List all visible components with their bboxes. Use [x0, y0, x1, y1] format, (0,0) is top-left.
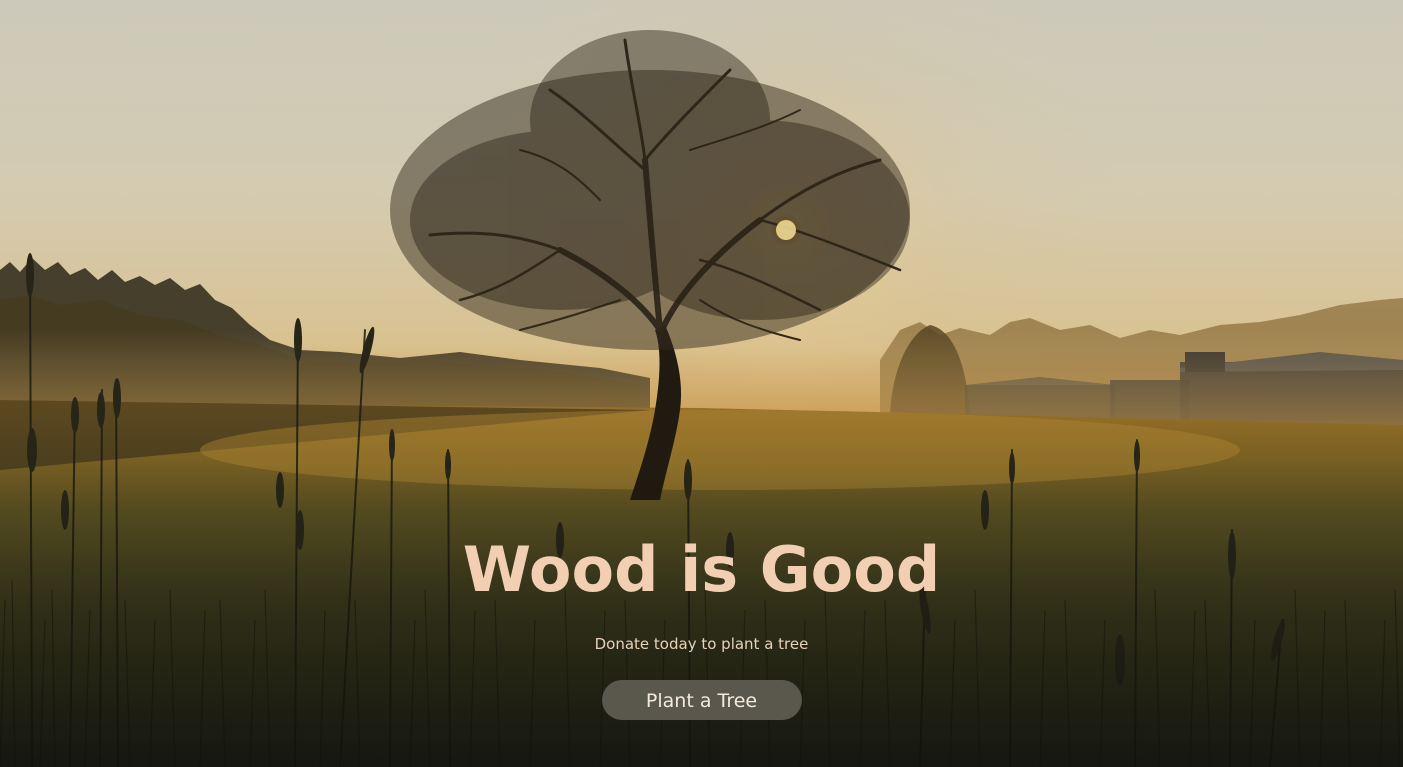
hero-section: Wood is Good Donate today to plant a tre…: [0, 0, 1403, 767]
plant-a-tree-button[interactable]: Plant a Tree: [601, 680, 802, 720]
hero-subtitle: Donate today to plant a tree: [594, 635, 809, 653]
hero-content: Wood is Good Donate today to plant a tre…: [0, 530, 1403, 720]
hero-title: Wood is Good: [462, 533, 941, 606]
